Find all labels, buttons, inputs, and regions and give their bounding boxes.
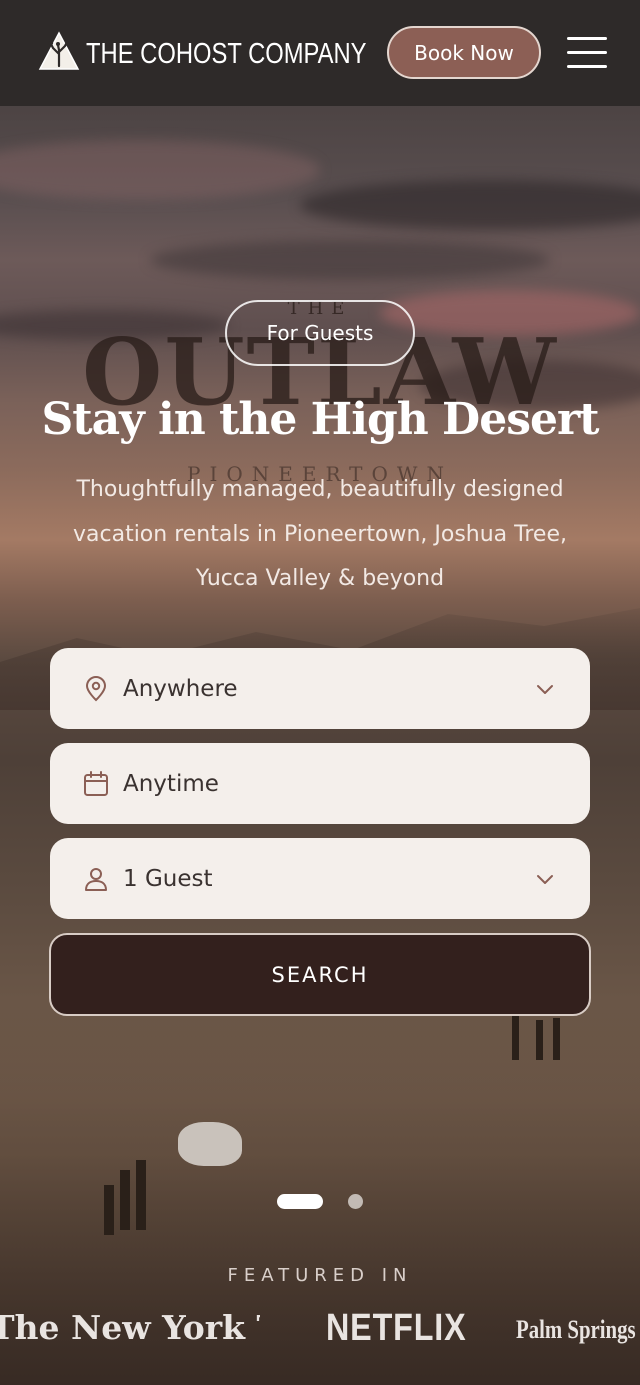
press-logo-nyt: The New York Times <box>0 1308 260 1347</box>
location-value: Anywhere <box>123 675 238 702</box>
location-select[interactable]: Anywhere <box>50 648 590 729</box>
dates-field[interactable]: Anytime <box>50 743 590 824</box>
chevron-down-icon <box>537 874 553 884</box>
calendar-icon <box>84 770 108 796</box>
hamburger-menu-icon[interactable] <box>567 37 607 69</box>
featured-in-label: FEATURED IN <box>227 1265 413 1286</box>
book-now-button[interactable]: Book Now <box>387 26 541 79</box>
background-post <box>104 1185 114 1235</box>
background-cloud <box>150 240 550 280</box>
search-button[interactable]: SEARCH <box>49 933 591 1016</box>
press-logo-palm-springs-life: Palm Springs Life <box>516 1315 640 1344</box>
dates-value: Anytime <box>123 770 219 797</box>
joshua-tree-logo-icon[interactable] <box>38 30 80 72</box>
background-cloud <box>0 140 320 200</box>
background-post <box>120 1170 130 1230</box>
chevron-down-icon <box>537 684 553 694</box>
background-post <box>136 1160 146 1230</box>
guests-value: 1 Guest <box>123 865 213 892</box>
map-pin-icon <box>85 675 107 701</box>
carousel-dot-active[interactable] <box>277 1194 323 1209</box>
hero-title: Stay in the High Desert <box>41 394 600 445</box>
guests-select[interactable]: 1 Guest <box>50 838 590 919</box>
background-post <box>512 1015 519 1060</box>
press-logo-netflix: NETFLIX <box>326 1307 467 1349</box>
site-header: THE COHOST COMPANY Book Now <box>0 0 640 106</box>
brand-name[interactable]: THE COHOST COMPANY <box>86 38 367 71</box>
background-rock <box>178 1122 242 1166</box>
background-cloud <box>300 180 640 230</box>
user-icon <box>85 867 107 891</box>
carousel-dot[interactable] <box>348 1194 363 1209</box>
hero-subtitle: Thoughtfully managed, beautifully design… <box>72 477 567 591</box>
background-post <box>536 1020 543 1060</box>
for-guests-pill[interactable]: For Guests <box>225 300 415 366</box>
background-post <box>553 1018 560 1060</box>
home-page: THE OUTLAW PIONEERTOWN THE COHOST COMPAN… <box>0 0 640 1385</box>
